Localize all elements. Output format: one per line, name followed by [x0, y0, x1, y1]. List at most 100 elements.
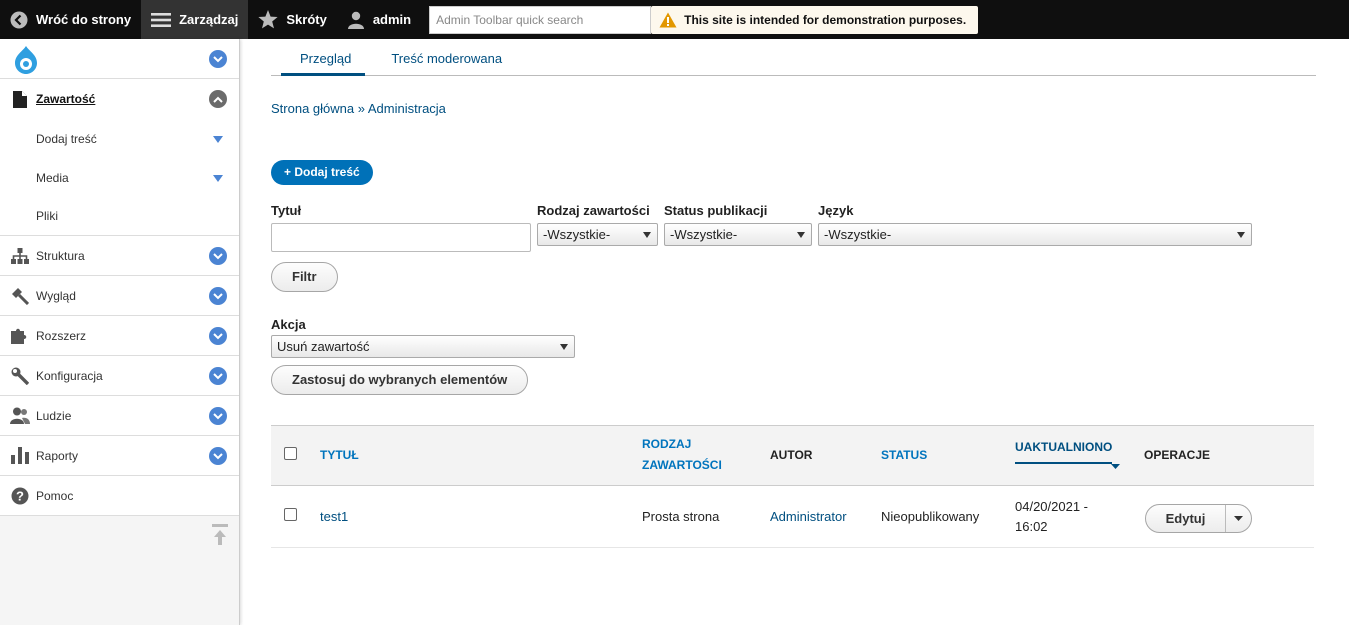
star-icon	[258, 10, 278, 29]
status-filter-select[interactable]: -Wszystkie-	[664, 223, 812, 246]
title-filter-input[interactable]	[271, 223, 531, 252]
column-header-operations: OPERACJE	[1144, 448, 1211, 462]
chevron-down-icon	[213, 55, 223, 62]
action-label: Akcja	[271, 317, 306, 332]
bulk-action-group: Akcja Usuń zawartość	[271, 317, 1316, 358]
edit-button[interactable]: Edytuj	[1146, 505, 1226, 532]
chevron-down-icon	[213, 412, 223, 419]
sidebar-item-label: Wygląd	[36, 288, 76, 303]
sidebar-item-help[interactable]: ? Pomoc	[0, 476, 239, 516]
sidebar-item-label: Raporty	[36, 448, 79, 463]
sidebar-item-appearance[interactable]: Wygląd	[0, 276, 239, 316]
chevron-down-icon	[213, 452, 223, 459]
chevron-down-icon	[213, 252, 223, 259]
sidebar-item-label: Konfiguracja	[36, 368, 103, 383]
column-header-status[interactable]: STATUS	[881, 448, 927, 462]
sidebar-subitem-label: Media	[36, 170, 69, 185]
sidebar-expand-toggle[interactable]	[209, 367, 227, 385]
sidebar-item-configuration[interactable]: Konfiguracja	[0, 356, 239, 396]
type-filter-label: Rodzaj zawartości	[537, 203, 650, 218]
tab-overview[interactable]: Przegląd	[271, 51, 366, 76]
sort-descending-icon	[1111, 464, 1120, 469]
tab-moderated-content[interactable]: Treść moderowana	[365, 51, 530, 75]
sidebar-subitem-files[interactable]: Pliki	[0, 197, 239, 236]
sidebar-item-label: Struktura	[36, 248, 85, 263]
type-filter-select[interactable]: -Wszystkie-	[537, 223, 658, 246]
people-icon	[10, 406, 30, 426]
operations-toggle-button[interactable]	[1226, 516, 1251, 521]
sidebar-expand-toggle[interactable]	[209, 287, 227, 305]
drupal-logo-icon[interactable]	[10, 45, 42, 75]
content-table: TYTUŁ RODZAJ ZAWARTOŚCI AUTOR STATUS UAK…	[271, 425, 1314, 548]
admin-sidebar: Zawartość Dodaj treść Media Pliki Strukt…	[0, 39, 240, 625]
sidebar-item-structure[interactable]: Struktura	[0, 236, 239, 276]
breadcrumb-separator: »	[357, 101, 365, 116]
bar-chart-icon	[10, 446, 30, 466]
chevron-down-icon	[213, 292, 223, 299]
shortcuts-button[interactable]: Skróty	[248, 0, 336, 39]
language-filter-select[interactable]: -Wszystkie-	[818, 223, 1252, 246]
sidebar-item-label: Zawartość	[36, 92, 96, 106]
sidebar-orientation-toggle[interactable]	[212, 524, 228, 549]
row-author-link[interactable]: Administrator	[770, 509, 847, 524]
sidebar-collapse-toggle[interactable]	[209, 90, 227, 108]
triangle-down-icon[interactable]	[213, 136, 223, 143]
column-header-updated[interactable]: UAKTUALNIONO	[1015, 440, 1113, 464]
user-label: admin	[372, 12, 412, 27]
warning-icon	[659, 12, 677, 27]
breadcrumb-admin-link[interactable]: Administracja	[368, 101, 446, 116]
admin-toolbar: Wróć do strony Zarządzaj Skróty admin Th…	[0, 0, 1349, 39]
row-status: Nieopublikowany	[881, 509, 980, 524]
table-row: test1 Prosta strona Administrator Nieopu…	[271, 486, 1314, 548]
operations-dropbutton: Edytuj	[1145, 504, 1252, 533]
column-header-type-line1[interactable]: RODZAJ	[642, 437, 691, 451]
warning-text: This site is intended for demonstration …	[684, 12, 967, 27]
sidebar-expand-toggle[interactable]	[209, 407, 227, 425]
help-icon: ?	[10, 486, 30, 506]
sidebar-expand-toggle[interactable]	[209, 50, 227, 68]
main-content: Przegląd Treść moderowana Strona główna …	[271, 39, 1316, 548]
pin-to-top-icon	[212, 524, 228, 545]
sidebar-expand-toggle[interactable]	[209, 247, 227, 265]
back-to-site-label: Wróć do strony	[36, 12, 132, 27]
back-to-site-link[interactable]: Wróć do strony	[0, 0, 141, 39]
title-filter: Tytuł	[271, 203, 531, 252]
action-select[interactable]: Usuń zawartość	[271, 335, 575, 358]
sidebar-expand-toggle[interactable]	[209, 447, 227, 465]
paintbrush-icon	[10, 286, 30, 306]
hamburger-icon	[151, 12, 172, 27]
sidebar-expand-toggle[interactable]	[209, 327, 227, 345]
select-all-checkbox[interactable]	[284, 447, 297, 460]
sidebar-subitem-media[interactable]: Media	[0, 158, 239, 197]
sidebar-item-content[interactable]: Zawartość	[0, 79, 239, 119]
row-title-link[interactable]: test1	[320, 509, 348, 524]
sidebar-item-people[interactable]: Ludzie	[0, 396, 239, 436]
sidebar-logo-row	[0, 39, 239, 79]
sidebar-subitem-label: Pliki	[36, 209, 59, 223]
row-updated-date: 04/20/2021 -	[1015, 499, 1089, 514]
user-menu-button[interactable]: admin	[337, 0, 421, 39]
row-updated-time: 16:02	[1015, 519, 1048, 534]
breadcrumb-home-link[interactable]: Strona główna	[271, 101, 354, 116]
column-header-type-line2[interactable]: ZAWARTOŚCI	[642, 458, 722, 472]
sidebar-item-label: Rozszerz	[36, 328, 87, 343]
language-filter: Język -Wszystkie-	[818, 203, 1252, 252]
apply-to-selected-button[interactable]: Zastosuj do wybranych elementów	[271, 365, 529, 395]
manage-menu-button[interactable]: Zarządzaj	[141, 0, 249, 39]
sidebar-item-extend[interactable]: Rozszerz	[0, 316, 239, 356]
sidebar-item-reports[interactable]: Raporty	[0, 436, 239, 476]
status-filter: Status publikacji -Wszystkie-	[664, 203, 812, 252]
row-content-type: Prosta strona	[642, 509, 720, 524]
chevron-up-icon	[213, 96, 223, 103]
title-filter-label: Tytuł	[271, 203, 302, 218]
filter-button[interactable]: Filtr	[271, 262, 338, 292]
toolbar-search-input[interactable]	[429, 5, 652, 34]
add-content-button[interactable]: + Dodaj treść	[271, 160, 373, 185]
row-select-checkbox[interactable]	[284, 508, 297, 521]
demo-warning-message: This site is intended for demonstration …	[651, 5, 979, 34]
document-icon	[10, 89, 30, 109]
column-header-title[interactable]: TYTUŁ	[320, 448, 359, 462]
triangle-down-icon[interactable]	[213, 175, 223, 182]
sidebar-subitem-add-content[interactable]: Dodaj treść	[0, 119, 239, 158]
wrench-icon	[10, 366, 30, 386]
